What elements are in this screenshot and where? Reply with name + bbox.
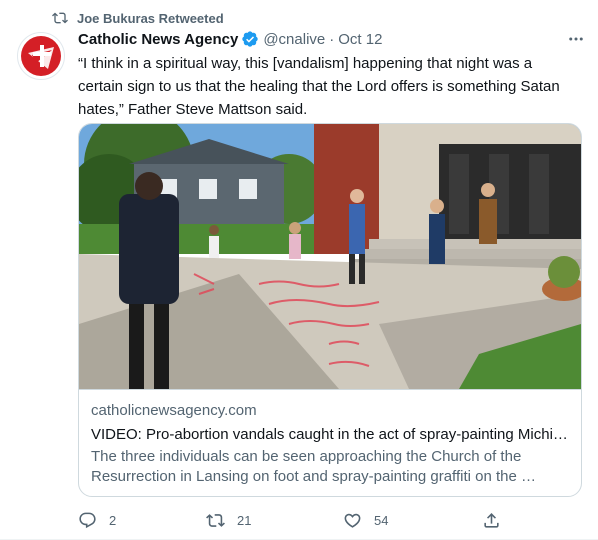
retweet-context[interactable]: Joe Bukuras Retweeted (52, 10, 224, 26)
more-options-button[interactable] (566, 29, 586, 49)
avatar[interactable] (17, 32, 65, 80)
retweeted-by-label: Joe Bukuras Retweeted (77, 10, 224, 26)
like-count: 54 (374, 512, 389, 528)
heart-icon (344, 513, 361, 528)
tweet-text: “I think in a spiritual way, this [vanda… (78, 55, 560, 118)
tweet-header: Catholic News Agency @cnalive · Oct 12 (78, 29, 586, 49)
reply-button[interactable]: 2 (78, 508, 116, 532)
share-icon (484, 512, 499, 528)
author-display-name[interactable]: Catholic News Agency (78, 31, 238, 48)
link-card[interactable]: catholicnewsagency.com VIDEO: Pro-aborti… (78, 123, 582, 497)
retweet-icon (52, 12, 68, 24)
share-button[interactable] (482, 508, 501, 532)
author-handle[interactable]: @cnalive (263, 31, 325, 48)
card-domain[interactable]: catholicnewsagency.com (91, 402, 257, 419)
like-button[interactable]: 54 (343, 508, 388, 532)
tweet-date[interactable]: Oct 12 (338, 31, 382, 48)
reply-count: 2 (109, 512, 117, 528)
reply-icon (79, 512, 96, 528)
tweet-actions: 2 21 54 (78, 508, 508, 532)
retweet-count: 21 (237, 512, 252, 528)
retweet-button[interactable]: 21 (206, 508, 251, 532)
retweet-icon (206, 513, 225, 527)
tweet[interactable]: Joe Bukuras Retweeted Catholic News Agen… (0, 0, 598, 540)
card-image[interactable] (79, 124, 581, 390)
more-dots-icon (569, 37, 583, 41)
verified-badge-icon (242, 31, 259, 47)
card-title[interactable]: VIDEO: Pro-abortion vandals caught in th… (91, 426, 571, 443)
card-description[interactable]: The three individuals can be seen approa… (91, 447, 569, 487)
photo-icon (79, 124, 581, 389)
header-separator: · (329, 30, 335, 48)
cna-logo-icon (21, 36, 61, 76)
